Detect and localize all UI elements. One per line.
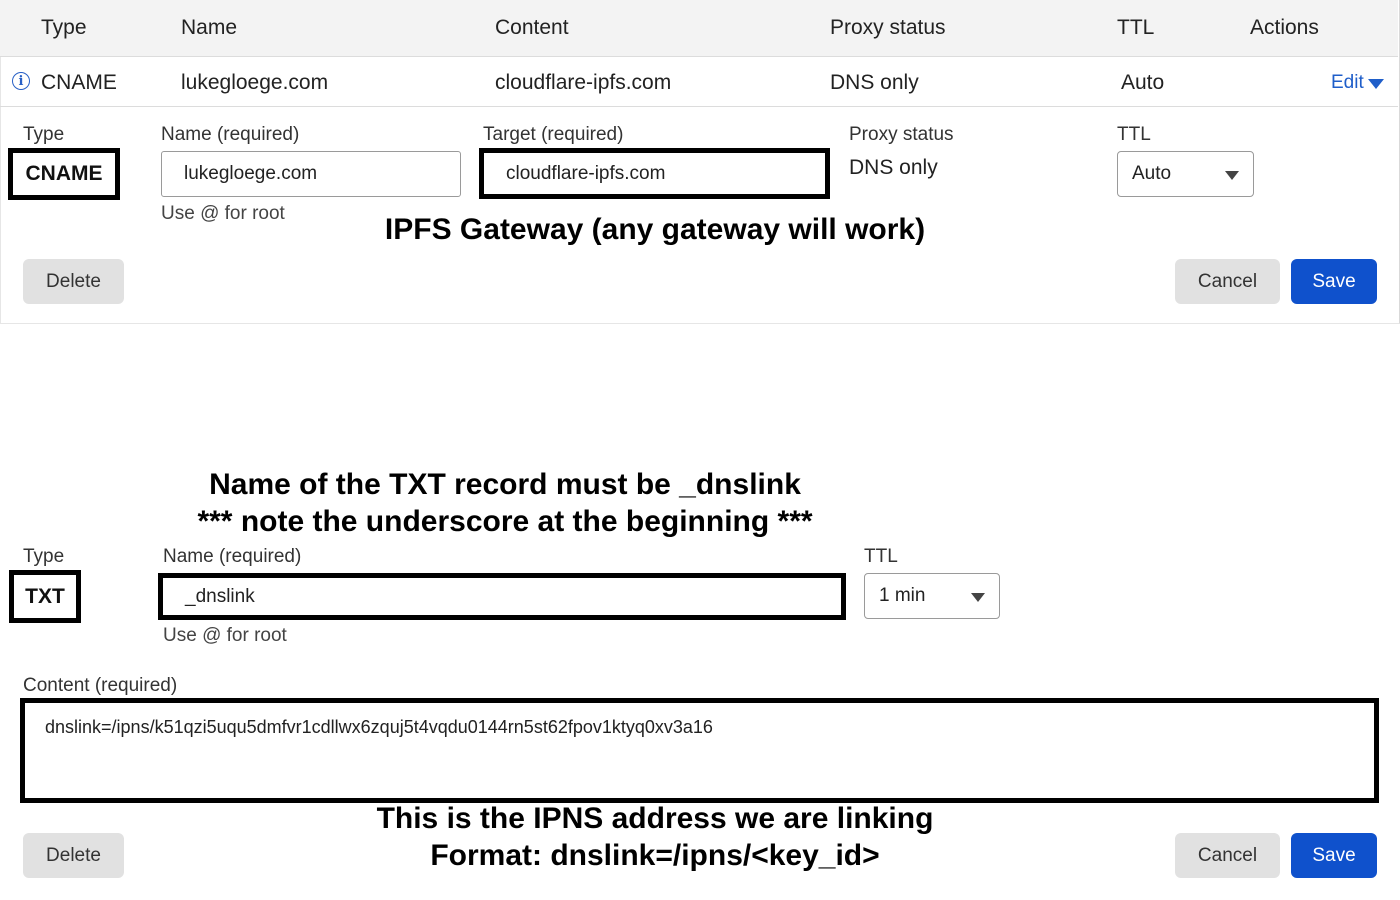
header-actions: Actions [1250, 16, 1319, 39]
txt-save-button[interactable]: Save [1291, 833, 1377, 878]
chevron-down-icon [1225, 171, 1239, 180]
chevron-down-icon [971, 593, 985, 602]
target-label: Target (required) [483, 124, 624, 145]
proxy-status-label: Proxy status [849, 124, 954, 145]
record-name: lukegloege.com [181, 71, 329, 94]
save-button[interactable]: Save [1291, 259, 1377, 304]
name-input[interactable]: lukegloege.com [161, 151, 461, 197]
txt-name-help-text: Use @ for root [163, 625, 287, 646]
type-value-txt: TXT [9, 570, 81, 623]
name-help-text: Use @ for root [161, 203, 285, 224]
header-type: Type [41, 16, 87, 39]
proxy-status-value: DNS only [849, 156, 938, 179]
content-textarea[interactable]: dnslink=/ipns/k51qzi5uqu5dmfvr1cdllwx6zq… [20, 698, 1379, 803]
target-input[interactable]: cloudflare-ipfs.com [479, 148, 830, 199]
cancel-button[interactable]: Cancel [1175, 259, 1280, 304]
delete-button[interactable]: Delete [23, 259, 124, 304]
record-content: cloudflare-ipfs.com [495, 71, 672, 94]
name-label: Name (required) [161, 124, 300, 145]
info-icon[interactable]: i [12, 72, 30, 90]
ttl-select-value: Auto [1132, 163, 1172, 184]
header-proxy-status: Proxy status [830, 16, 946, 39]
txt-cancel-button[interactable]: Cancel [1175, 833, 1280, 878]
annotation-underscore-note: *** note the underscore at the beginning… [197, 505, 813, 538]
record-proxy-status: DNS only [830, 71, 919, 94]
header-ttl: TTL [1117, 16, 1155, 39]
txt-name-input[interactable]: _dnslink [158, 573, 846, 620]
annotation-dnslink-name: Name of the TXT record must be _dnslink [209, 468, 801, 501]
header-content: Content [495, 16, 569, 39]
chevron-down-icon[interactable] [1368, 79, 1384, 89]
ttl-select[interactable]: Auto [1117, 151, 1254, 197]
record-type: CNAME [41, 71, 117, 94]
header-name: Name [181, 16, 238, 39]
annotation-ipns-address: This is the IPNS address we are linking [376, 802, 934, 835]
record-ttl: Auto [1121, 71, 1165, 94]
txt-name-label: Name (required) [163, 546, 302, 567]
txt-ttl-select-value: 1 min [879, 585, 926, 606]
ttl-label: TTL [1117, 124, 1151, 145]
annotation-gateway: IPFS Gateway (any gateway will work) [384, 213, 926, 246]
txt-type-label: Type [23, 546, 65, 567]
edit-link[interactable]: Edit [1331, 72, 1364, 94]
type-value-cname: CNAME [8, 148, 120, 200]
content-label: Content (required) [23, 675, 178, 696]
txt-delete-button[interactable]: Delete [23, 833, 124, 878]
row-divider [0, 106, 1398, 107]
txt-ttl-select[interactable]: 1 min [864, 573, 1000, 619]
txt-ttl-label: TTL [864, 546, 898, 567]
annotation-format: Format: dnslink=/ipns/<key_id> [430, 839, 880, 872]
type-label: Type [23, 124, 65, 145]
